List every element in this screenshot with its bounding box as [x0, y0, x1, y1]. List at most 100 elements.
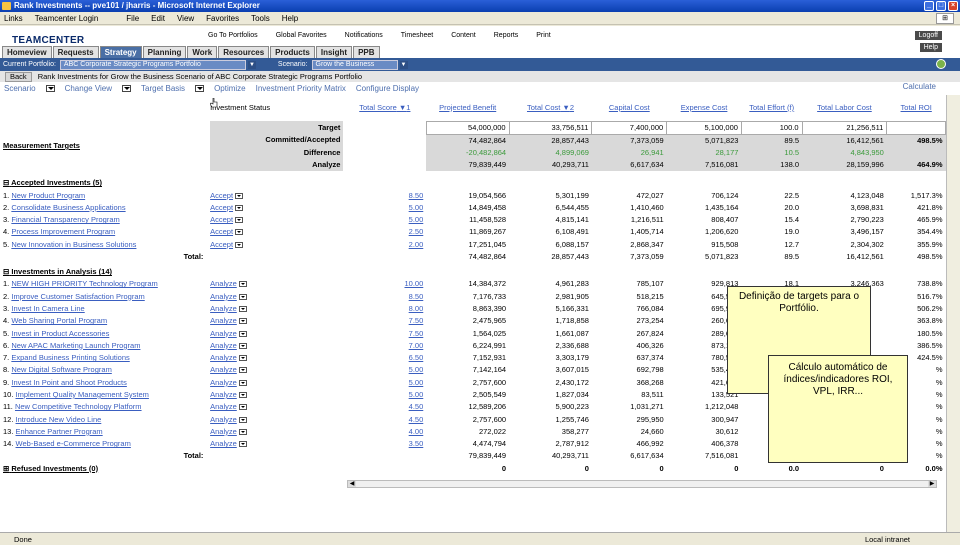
status-cell[interactable]: Analyze: [210, 278, 343, 290]
status-cell[interactable]: Analyze: [210, 401, 343, 413]
vertical-scrollbar[interactable]: [946, 95, 960, 532]
investment-link[interactable]: Web-Based e-Commerce Program: [16, 439, 131, 448]
collapse-icon[interactable]: ⊟: [3, 178, 9, 187]
chevron-down-icon[interactable]: [235, 241, 244, 248]
investment-link[interactable]: NEW HIGH PRIORITY Technology Program: [11, 279, 157, 288]
score-cell[interactable]: 8.00: [343, 303, 426, 315]
score-cell[interactable]: 7.50: [343, 327, 426, 339]
refresh-icon[interactable]: [936, 59, 946, 69]
investment-link[interactable]: New Product Program: [11, 191, 85, 200]
score-cell[interactable]: 5.00: [343, 377, 426, 389]
menu-file[interactable]: File: [126, 14, 139, 23]
score-cell[interactable]: 5.00: [343, 214, 426, 226]
score-cell[interactable]: 8.50: [343, 290, 426, 302]
score-cell[interactable]: 7.50: [343, 315, 426, 327]
score-cell[interactable]: 2.00: [343, 239, 426, 251]
investment-link[interactable]: New Competitive Technology Platform: [15, 402, 142, 411]
status-cell[interactable]: Accept: [210, 226, 343, 238]
chevron-down-icon[interactable]: [238, 379, 247, 386]
investment-link[interactable]: New APAC Marketing Launch Program: [11, 341, 140, 350]
investment-link[interactable]: Financial Transparency Program: [11, 215, 119, 224]
menu-view[interactable]: View: [177, 14, 194, 23]
col-total-cost[interactable]: Total Cost ▼2: [509, 95, 592, 121]
scenario-dropdown-icon[interactable]: ▼: [399, 60, 408, 69]
logoff-button[interactable]: Logoff: [914, 31, 942, 40]
target-basis-option[interactable]: Target Basis: [141, 84, 205, 93]
target-roi[interactable]: [886, 120, 946, 135]
investment-link[interactable]: Process Improvement Program: [11, 227, 115, 236]
maximize-button[interactable]: □: [936, 1, 946, 11]
score-cell[interactable]: 4.50: [343, 413, 426, 425]
col-expense-cost[interactable]: Expense Cost: [667, 95, 742, 121]
optimize-option[interactable]: Optimize: [214, 84, 246, 93]
chevron-down-icon[interactable]: [238, 416, 247, 423]
target-cost[interactable]: 33,756,511: [508, 120, 593, 135]
scenario-option[interactable]: Scenario: [4, 84, 55, 93]
help-button[interactable]: Help: [919, 43, 942, 52]
calculate-link[interactable]: Calculate: [903, 82, 936, 91]
investment-link[interactable]: Introduce New Video Line: [16, 415, 102, 424]
print-link[interactable]: Print: [536, 32, 550, 39]
investment-link[interactable]: Web Sharing Portal Program: [11, 316, 107, 325]
status-cell[interactable]: Analyze: [210, 290, 343, 302]
portfolio-select[interactable]: ABC Corporate Strategic Programs Portfol…: [59, 59, 246, 70]
chevron-down-icon[interactable]: [238, 441, 247, 448]
col-capital-cost[interactable]: Capital Cost: [592, 95, 667, 121]
collapse-icon[interactable]: ⊟: [3, 267, 9, 276]
status-cell[interactable]: Accept: [210, 239, 343, 251]
investment-link[interactable]: Consolidate Business Applications: [11, 203, 125, 212]
chevron-down-icon[interactable]: [238, 330, 247, 337]
score-cell[interactable]: 5.00: [343, 202, 426, 214]
scroll-right-icon[interactable]: ▶: [928, 481, 936, 487]
status-cell[interactable]: Analyze: [210, 413, 343, 425]
investment-link[interactable]: Enhance Partner Program: [16, 427, 103, 436]
analysis-heading[interactable]: Investments in Analysis (14): [11, 267, 112, 276]
chevron-down-icon[interactable]: [235, 192, 244, 199]
timesheet-link[interactable]: Timesheet: [401, 32, 433, 39]
score-cell[interactable]: 4.00: [343, 426, 426, 438]
score-cell[interactable]: 10.00: [343, 278, 426, 290]
global-favorites-link[interactable]: Global Favorites: [276, 32, 327, 39]
portfolio-dropdown-icon[interactable]: ▼: [247, 60, 256, 69]
chevron-down-icon[interactable]: [238, 355, 247, 362]
chevron-down-icon[interactable]: [45, 85, 55, 92]
chevron-down-icon[interactable]: [238, 342, 247, 349]
scroll-left-icon[interactable]: ◀: [348, 481, 356, 487]
status-cell[interactable]: Accept: [210, 189, 343, 201]
status-cell[interactable]: Analyze: [210, 315, 343, 327]
accepted-heading[interactable]: Accepted Investments (5): [11, 178, 102, 187]
target-labor[interactable]: 21,256,511: [801, 120, 888, 135]
chevron-down-icon[interactable]: [238, 428, 247, 435]
chevron-down-icon[interactable]: [122, 85, 132, 92]
chevron-down-icon[interactable]: [235, 229, 244, 236]
col-projected-benefit[interactable]: Projected Benefit: [426, 95, 509, 121]
chevron-down-icon[interactable]: [238, 305, 247, 312]
menu-edit[interactable]: Edit: [151, 14, 165, 23]
minimize-button[interactable]: _: [924, 1, 934, 11]
chevron-down-icon[interactable]: [238, 367, 247, 374]
notifications-link[interactable]: Notifications: [345, 32, 383, 39]
score-cell[interactable]: 2.50: [343, 226, 426, 238]
status-cell[interactable]: Analyze: [210, 364, 343, 376]
horizontal-scrollbar[interactable]: ◀ ▶: [347, 480, 937, 488]
chevron-down-icon[interactable]: [238, 281, 247, 288]
status-cell[interactable]: Analyze: [210, 426, 343, 438]
investment-link[interactable]: Improve Customer Satisfaction Program: [11, 292, 144, 301]
col-total-score[interactable]: Total Score ▼1: [343, 95, 426, 121]
investment-link[interactable]: Invest In Point and Shoot Products: [11, 378, 127, 387]
target-capital[interactable]: 7,400,000: [591, 120, 668, 135]
chevron-down-icon[interactable]: [238, 392, 247, 398]
menu-favorites[interactable]: Favorites: [206, 14, 239, 23]
reports-link[interactable]: Reports: [494, 32, 519, 39]
score-cell[interactable]: 7.00: [343, 340, 426, 352]
status-cell[interactable]: Accept: [210, 214, 343, 226]
status-cell[interactable]: Analyze: [210, 340, 343, 352]
scenario-select[interactable]: Grow the Business: [311, 59, 398, 70]
chevron-down-icon[interactable]: [238, 318, 247, 325]
status-cell[interactable]: Accept: [210, 202, 343, 214]
chevron-down-icon[interactable]: [238, 293, 247, 300]
expand-icon[interactable]: ⊞: [3, 464, 9, 473]
status-cell[interactable]: Analyze: [210, 303, 343, 315]
chevron-down-icon[interactable]: [238, 404, 247, 411]
investment-link[interactable]: Invest In Camera Line: [11, 304, 84, 313]
